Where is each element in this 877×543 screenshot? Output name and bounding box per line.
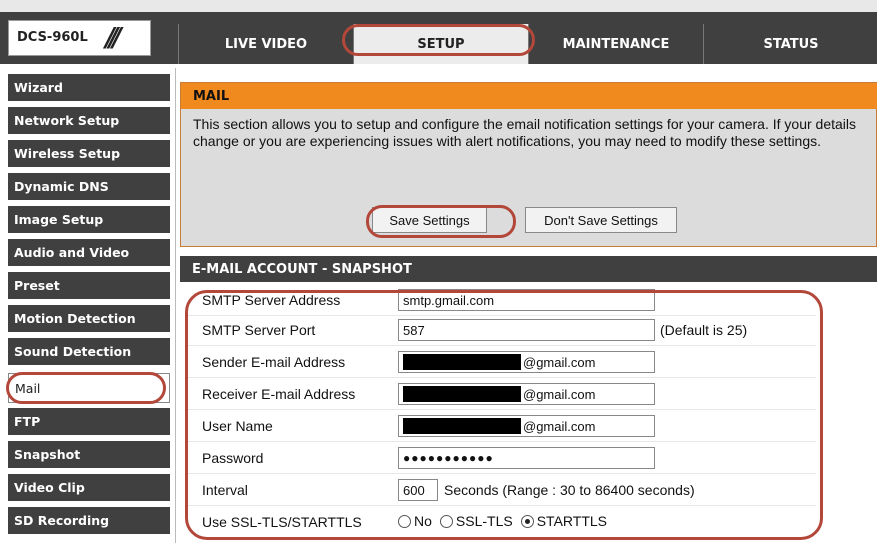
- sidebar-item-video-clip[interactable]: Video Clip: [8, 474, 170, 504]
- sidebar-item-network-setup[interactable]: Network Setup: [8, 107, 170, 137]
- sidebar-item-motion-detection[interactable]: Motion Detection: [8, 305, 170, 335]
- sidebar-item-image-setup[interactable]: Image Setup: [8, 206, 170, 236]
- mail-section: MAIL This section allows you to setup an…: [180, 82, 877, 247]
- sidebar-item-wireless-setup[interactable]: Wireless Setup: [8, 140, 170, 170]
- tab-maintenance[interactable]: MAINTENANCE: [528, 24, 703, 64]
- mail-item-highlight-annotation: [6, 372, 166, 404]
- sidebar-item-sound-detection[interactable]: Sound Detection: [8, 338, 170, 368]
- save-button-highlight-annotation: [366, 205, 516, 238]
- sidebar: Wizard Network Setup Wireless Setup Dyna…: [0, 68, 176, 543]
- dont-save-settings-button[interactable]: Don't Save Settings: [525, 207, 677, 233]
- section-title: MAIL: [181, 83, 877, 109]
- sidebar-item-sd-recording[interactable]: SD Recording: [8, 507, 170, 537]
- sidebar-item-snapshot[interactable]: Snapshot: [8, 441, 170, 471]
- tab-live-video[interactable]: LIVE VIDEO: [178, 24, 353, 64]
- top-stripe: [0, 0, 877, 12]
- section-description: This section allows you to setup and con…: [193, 116, 857, 149]
- tab-status[interactable]: STATUS: [703, 24, 877, 64]
- main-content: MAIL This section allows you to setup an…: [180, 68, 877, 543]
- setup-tab-highlight-annotation: [342, 24, 535, 56]
- sidebar-item-dynamic-dns[interactable]: Dynamic DNS: [8, 173, 170, 203]
- sidebar-item-preset[interactable]: Preset: [8, 272, 170, 302]
- sidebar-item-ftp[interactable]: FTP: [8, 408, 170, 438]
- sidebar-item-audio-and-video[interactable]: Audio and Video: [8, 239, 170, 269]
- logo-text: DCS-960L: [17, 30, 88, 45]
- form-highlight-annotation: [185, 290, 823, 540]
- logo: DCS-960L ///: [8, 20, 151, 56]
- logo-slash: ///: [105, 23, 121, 53]
- sidebar-item-wizard[interactable]: Wizard: [8, 74, 170, 104]
- account-section-title: E-MAIL ACCOUNT - SNAPSHOT: [180, 256, 877, 282]
